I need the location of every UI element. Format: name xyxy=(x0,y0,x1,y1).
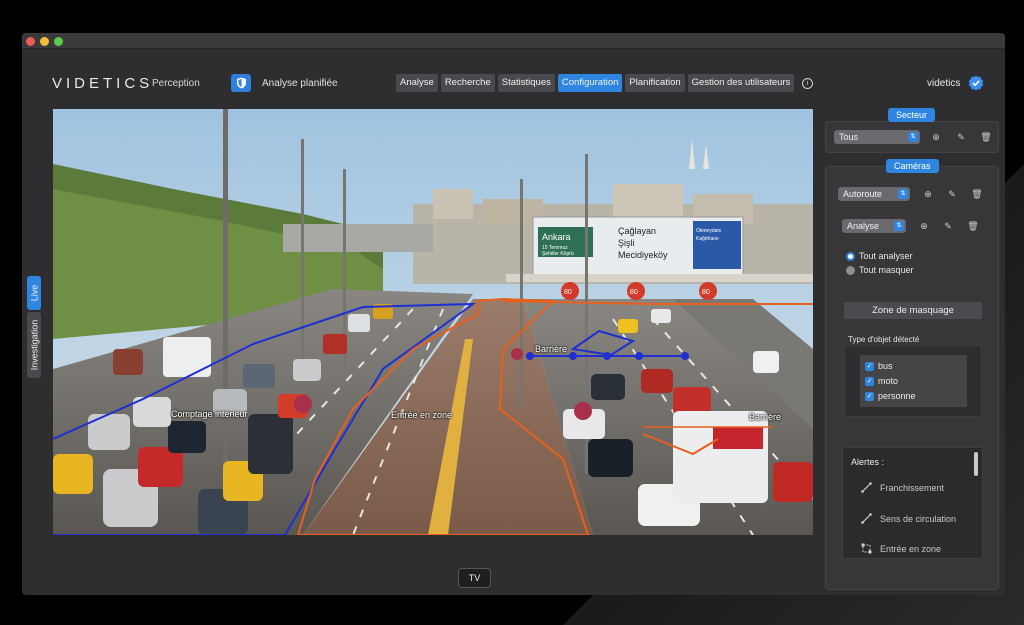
svg-text:80: 80 xyxy=(630,289,638,296)
mask-zone-button[interactable]: Zone de masquage xyxy=(844,302,982,319)
svg-text:Şişli: Şişli xyxy=(618,238,635,248)
object-type-list: ✓ bus ✓ moto ✓ personne xyxy=(844,345,982,417)
tab-recherche[interactable]: Recherche xyxy=(440,74,495,92)
minimize-window-button[interactable] xyxy=(40,37,49,46)
sign-text-caglayan: Çağlayan xyxy=(618,226,656,236)
tab-configuration[interactable]: Configuration xyxy=(557,74,623,92)
zone-entry-icon xyxy=(861,543,872,554)
select-arrow-icon: ⇅ xyxy=(898,189,908,199)
alerts-list: Alertes : Franchissement Sens de circula… xyxy=(842,447,983,559)
camera-video-feed[interactable]: Ankara 15 Temmuz Şehitler Köprü Çağlayan… xyxy=(53,109,813,535)
close-window-button[interactable] xyxy=(26,37,35,46)
alert-item-zone-entry[interactable]: Entrée en zone xyxy=(861,543,941,554)
direction-icon xyxy=(861,513,872,524)
tab-statistiques[interactable]: Statistiques xyxy=(497,74,555,92)
counting-zone-label: Comptage intérieur xyxy=(171,409,248,419)
scheduled-analysis-label: Analyse planifiée xyxy=(262,78,338,89)
logo: VIDETICS xyxy=(52,75,154,92)
main-tabs: Analyse Recherche Statistiques Configuratio… xyxy=(396,74,795,92)
alert-item-direction[interactable]: Sens de circulation xyxy=(861,513,956,524)
edit-sector-icon[interactable]: ✎ xyxy=(955,131,967,143)
object-type-title: Type d'objet détecté xyxy=(848,335,920,344)
object-type-bus[interactable]: ✓ bus xyxy=(865,361,893,371)
checkbox-checked-icon[interactable]: ✓ xyxy=(865,391,874,401)
cameras-title: Caméras xyxy=(886,159,939,173)
select-arrow-icon: ⇅ xyxy=(894,221,904,231)
camera-select[interactable]: Autoroute ⇅ xyxy=(838,187,910,201)
user-name[interactable]: videtics xyxy=(927,78,960,89)
title-bar xyxy=(22,33,1005,49)
maximize-window-button[interactable] xyxy=(54,37,63,46)
cameras-panel: Autoroute ⇅ ⊕ ✎ 🗑 Analyse ⇅ ⊕ ✎ 🗑 Tout a… xyxy=(825,166,999,590)
sector-panel: Tous ⇅ ⊕ ✎ 🗑 xyxy=(825,121,999,153)
delete-mode-icon[interactable]: 🗑 xyxy=(967,220,979,232)
shield-icon xyxy=(236,77,246,89)
tv-button[interactable]: TV xyxy=(458,568,491,588)
svg-text:Kağıthane: Kağıthane xyxy=(696,236,719,242)
tab-live[interactable]: Live xyxy=(27,276,41,310)
entry-zone-label: Entrée en zone xyxy=(391,410,453,420)
delete-sector-icon[interactable]: 🗑 xyxy=(980,131,992,143)
tab-analyse[interactable]: Analyse xyxy=(396,74,438,92)
app-window: VIDETICS Perception Analyse planifiée An… xyxy=(22,33,1005,595)
line-crossing-icon xyxy=(861,482,872,493)
traffic-scene: Ankara 15 Temmuz Şehitler Köprü Çağlayan… xyxy=(53,109,813,535)
alert-item-crossing[interactable]: Franchissement xyxy=(861,482,944,493)
svg-text:Okmeydanı: Okmeydanı xyxy=(696,228,722,234)
svg-text:Mecidiyeköy: Mecidiyeköy xyxy=(618,250,668,260)
alerts-title: Alertes : xyxy=(851,457,885,467)
delete-camera-icon[interactable]: 🗑 xyxy=(971,188,983,200)
scheduled-analysis-button[interactable] xyxy=(231,74,251,92)
sign-text-ankara: Ankara xyxy=(542,232,571,242)
radio-unchecked-icon[interactable] xyxy=(846,265,855,275)
tab-gestion-des-utilisateurs[interactable]: Gestion des utilisateurs xyxy=(687,74,795,92)
svg-text:80: 80 xyxy=(564,289,572,296)
radio-checked-icon[interactable] xyxy=(846,251,855,261)
product-name: Perception xyxy=(152,78,200,89)
checkbox-checked-icon[interactable]: ✓ xyxy=(865,376,874,386)
edit-mode-icon[interactable]: ✎ xyxy=(942,220,954,232)
sector-select[interactable]: Tous ⇅ xyxy=(834,130,920,144)
info-icon[interactable]: i xyxy=(802,78,813,89)
svg-text:Şehitler Köprü: Şehitler Köprü xyxy=(542,251,574,257)
barrier-label-left: Barrière xyxy=(535,344,568,354)
edit-camera-icon[interactable]: ✎ xyxy=(946,188,958,200)
verified-badge-icon xyxy=(968,75,984,91)
sector-title: Secteur xyxy=(888,108,936,122)
header: VIDETICS Perception Analyse planifiée An… xyxy=(22,49,1005,107)
radio-mask-all[interactable]: Tout masquer xyxy=(846,265,914,275)
radio-analyze-all[interactable]: Tout analyser xyxy=(846,251,913,261)
add-mode-icon[interactable]: ⊕ xyxy=(918,220,930,232)
add-camera-icon[interactable]: ⊕ xyxy=(922,188,934,200)
barrier-label-right: Barrière xyxy=(749,412,782,422)
alerts-scrollbar[interactable] xyxy=(974,452,978,476)
add-sector-icon[interactable]: ⊕ xyxy=(930,131,942,143)
object-type-personne[interactable]: ✓ personne xyxy=(865,391,916,401)
object-type-moto[interactable]: ✓ moto xyxy=(865,376,898,386)
mode-select[interactable]: Analyse ⇅ xyxy=(842,219,906,233)
checkbox-checked-icon[interactable]: ✓ xyxy=(865,361,874,371)
tab-investigation[interactable]: Investigation xyxy=(27,312,41,378)
svg-text:80: 80 xyxy=(702,289,710,296)
tab-planification[interactable]: Planification xyxy=(625,74,685,92)
select-arrow-icon: ⇅ xyxy=(908,132,918,142)
